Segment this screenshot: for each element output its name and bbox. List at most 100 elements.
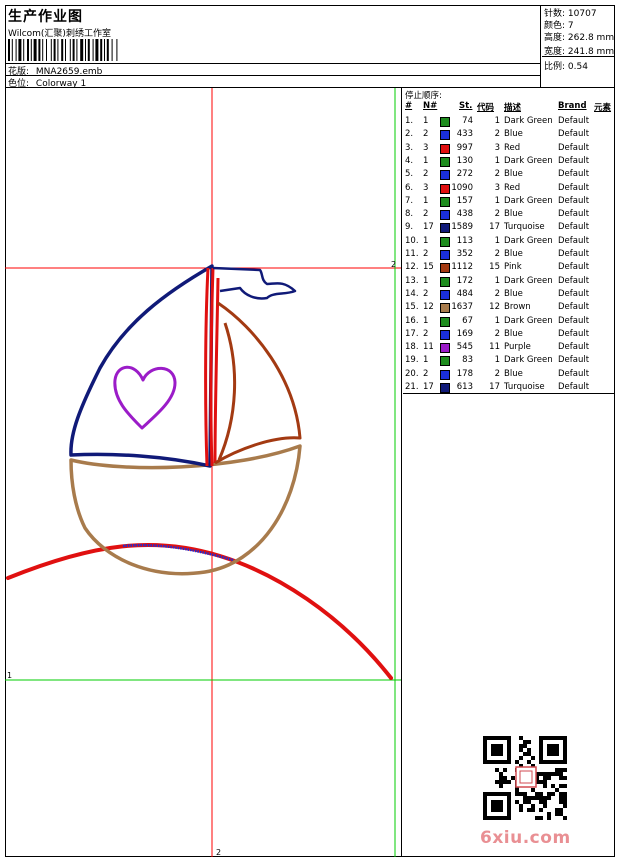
cell-needle: 1: [423, 195, 429, 206]
color-swatch: [440, 343, 450, 354]
col-num: #: [405, 101, 413, 111]
color-swatch: [440, 117, 450, 127]
cell-num: 10.: [405, 235, 419, 246]
cell-brand: Default: [558, 288, 590, 299]
studio-name: Wilcom(汇聚)刺绣工作室: [8, 29, 111, 39]
cell-num: 13.: [405, 275, 419, 286]
cell-num: 2.: [405, 129, 414, 140]
cell-code: 1: [494, 355, 500, 366]
cell-brand: Default: [558, 209, 590, 220]
list-item: 12. 15 1112 15 Pink Default: [403, 261, 615, 274]
cell-desc: Blue: [504, 368, 523, 379]
divider: [542, 56, 615, 57]
list-item: 10. 1 113 1 Dark Green Default: [403, 235, 615, 248]
list-item: 5. 2 272 2 Blue Default: [403, 168, 615, 181]
list-item: 11. 2 352 2 Blue Default: [403, 248, 615, 261]
list-item: 17. 2 169 2 Blue Default: [403, 328, 615, 341]
color-swatch: [440, 130, 450, 141]
list-item: 21. 17 613 17 Turquoise Default: [403, 381, 615, 394]
cell-code: 2: [494, 368, 500, 379]
cell-brand: Default: [558, 275, 590, 286]
cell-num: 11.: [405, 249, 419, 259]
cell-num: 8.: [405, 209, 414, 220]
col-stitches: St.: [459, 101, 473, 111]
cell-num: 15.: [405, 302, 419, 313]
list-item: 4. 1 130 1 Dark Green Default: [403, 155, 615, 168]
cell-needle: 2: [423, 288, 429, 299]
cell-st: 169: [456, 328, 473, 339]
cell-st: 67: [462, 315, 473, 326]
list-item: 14. 2 484 2 Blue Default: [403, 288, 615, 301]
cell-code: 2: [494, 169, 500, 180]
cell-desc: Dark Green: [504, 155, 553, 166]
cell-st: 433: [456, 129, 473, 140]
left-sail: [69, 264, 214, 468]
cell-needle: 2: [423, 169, 429, 180]
cell-code: 2: [494, 328, 500, 339]
cell-brand: Default: [558, 222, 590, 233]
cell-code: 2: [494, 209, 500, 220]
cell-brand: Default: [558, 315, 590, 326]
cell-num: 4.: [405, 155, 414, 166]
cell-st: 178: [456, 368, 473, 379]
cell-desc: Blue: [504, 129, 523, 140]
color-swatch: [440, 369, 450, 380]
col-element: 元素: [594, 103, 612, 113]
guide-marker-bottom: 2: [216, 848, 222, 857]
right-sail: [214, 301, 302, 465]
cell-desc: Turquoise: [504, 382, 545, 392]
barcode: [8, 39, 118, 61]
list-item: 16. 1 67 1 Dark Green Default: [403, 315, 615, 328]
cell-st: 1112: [451, 262, 473, 273]
cell-needle: 12: [423, 302, 434, 313]
cell-brand: Default: [558, 142, 590, 153]
cell-code: 12: [489, 302, 500, 313]
cell-st: 613: [456, 382, 473, 392]
cell-desc: Blue: [504, 169, 523, 180]
color-swatch: [440, 276, 450, 287]
cell-brand: Default: [558, 129, 590, 140]
header: 生产作业图 Wilcom(汇聚)刺绣工作室 花版: MNA2659.emb 色位…: [5, 5, 615, 89]
cell-num: 21.: [405, 382, 419, 392]
list-item: 19. 1 83 1 Dark Green Default: [403, 354, 615, 367]
list-item: 3. 3 997 3 Red Default: [403, 142, 615, 155]
cell-st: 997: [456, 142, 473, 153]
cell-code: 1: [494, 155, 500, 166]
cell-desc: Dark Green: [504, 235, 553, 246]
cell-needle: 1: [423, 315, 429, 326]
color-swatch: [440, 170, 450, 181]
cell-brand: Default: [558, 342, 590, 353]
cell-desc: Blue: [504, 288, 523, 299]
main-area: 2 1 2 停止顺序: # N# St. 代码 描述 Brand 元素 1. 1 7…: [5, 88, 615, 857]
flag: [212, 266, 297, 300]
cell-st: 157: [456, 195, 473, 206]
guide-marker-right: 2: [391, 260, 397, 269]
cell-needle: 17: [423, 382, 434, 392]
cell-code: 15: [489, 262, 500, 273]
cell-needle: 2: [423, 328, 429, 339]
cell-brand: Default: [558, 182, 590, 193]
cell-st: 172: [456, 275, 473, 286]
design-scale: 比例: 0.54: [544, 62, 588, 72]
cell-needle: 2: [423, 209, 429, 220]
cell-code: 11: [489, 342, 500, 353]
cell-brand: Default: [558, 195, 590, 206]
cell-desc: Dark Green: [504, 275, 553, 286]
color-swatch: [440, 289, 450, 300]
color-swatch: [440, 356, 450, 367]
color-swatch: [440, 303, 450, 314]
color-swatch: [440, 383, 450, 393]
cell-brand: Default: [558, 235, 590, 246]
col-code: 代码: [477, 103, 495, 113]
cell-num: 19.: [405, 355, 419, 366]
cell-needle: 17: [423, 222, 434, 233]
design-canvas: 2 1 2: [5, 88, 402, 857]
cell-desc: Dark Green: [504, 315, 553, 326]
cell-desc: Red: [504, 182, 521, 193]
cell-needle: 3: [423, 142, 429, 153]
cell-num: 16.: [405, 315, 419, 326]
cell-needle: 1: [423, 355, 429, 366]
cell-st: 1090: [451, 182, 473, 193]
cell-desc: Blue: [504, 249, 523, 259]
cell-num: 5.: [405, 169, 414, 180]
